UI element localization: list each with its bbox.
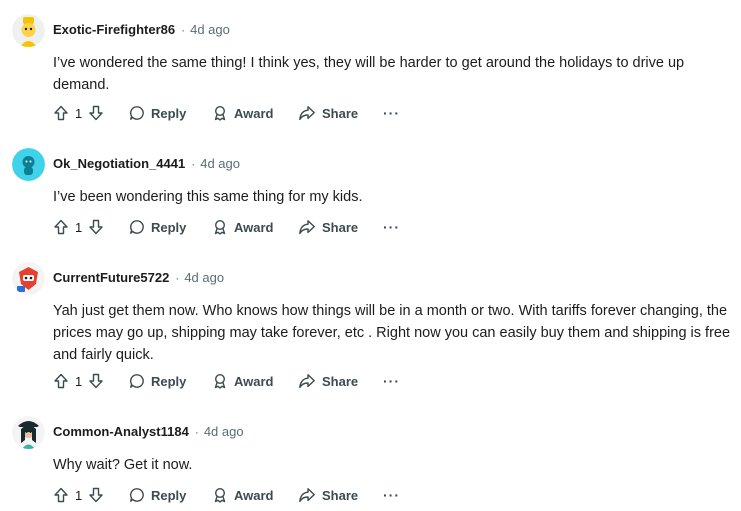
award-label: Award [234, 373, 274, 389]
author-name[interactable]: Ok_Negotiation_4441 [53, 156, 185, 171]
speech-bubble-icon [129, 373, 145, 389]
more-options-button[interactable]: ··· [383, 217, 400, 237]
overflow-dots-icon: ··· [383, 373, 400, 389]
reply-button[interactable]: Reply [129, 485, 186, 505]
reply-button[interactable]: Reply [129, 217, 186, 237]
reply-label: Reply [151, 373, 187, 389]
award-button[interactable]: Award [212, 217, 274, 237]
user-avatar[interactable] [12, 416, 45, 449]
avatar-image [12, 14, 45, 47]
vote-count: 1 [75, 373, 83, 389]
avatar-image [12, 148, 45, 181]
share-arrow-icon [298, 219, 316, 235]
award-ribbon-icon [212, 487, 228, 503]
avatar-image [12, 416, 45, 449]
vote-count: 1 [75, 105, 83, 121]
timestamp[interactable]: 4d ago [184, 270, 224, 285]
timestamp[interactable]: 4d ago [204, 424, 244, 439]
share-button[interactable]: Share [298, 103, 358, 123]
comment-header: Ok_Negotiation_4441 · 4d ago [53, 156, 240, 172]
overflow-dots-icon: ··· [383, 105, 400, 121]
award-label: Award [234, 105, 274, 121]
user-avatar[interactable] [12, 14, 45, 47]
reply-button[interactable]: Reply [129, 103, 186, 123]
comment-text: I’ve been wondering this same thing for … [53, 189, 363, 205]
vote-group: 1 [53, 485, 104, 505]
user-avatar[interactable] [12, 262, 45, 295]
share-label: Share [322, 373, 359, 389]
share-button[interactable]: Share [298, 217, 358, 237]
vote-group: 1 [53, 217, 104, 237]
downvote-arrow-icon[interactable] [88, 105, 104, 121]
upvote-arrow-icon[interactable] [53, 487, 69, 503]
award-label: Award [234, 487, 274, 503]
share-arrow-icon [298, 105, 316, 121]
separator-dot: · [191, 157, 196, 171]
author-name[interactable]: Exotic-Firefighter86 [53, 22, 175, 37]
share-button[interactable]: Share [298, 485, 358, 505]
share-label: Share [322, 219, 359, 235]
award-button[interactable]: Award [212, 485, 274, 505]
award-ribbon-icon [212, 373, 228, 389]
comment-header: Exotic-Firefighter86 · 4d ago [53, 22, 230, 38]
upvote-arrow-icon[interactable] [53, 219, 69, 235]
more-options-button[interactable]: ··· [383, 103, 400, 123]
vote-count: 1 [75, 219, 83, 235]
reply-label: Reply [151, 487, 187, 503]
award-ribbon-icon [212, 219, 228, 235]
comment-text: I’ve wondered the same thing! I think ye… [53, 55, 685, 93]
separator-dot: · [194, 425, 199, 439]
timestamp[interactable]: 4d ago [190, 22, 230, 37]
upvote-arrow-icon[interactable] [53, 105, 69, 121]
downvote-arrow-icon[interactable] [88, 487, 104, 503]
more-options-button[interactable]: ··· [383, 485, 400, 505]
comment-header: Common-Analyst1184 · 4d ago [53, 424, 244, 440]
timestamp[interactable]: 4d ago [200, 156, 240, 171]
share-label: Share [322, 105, 359, 121]
award-button[interactable]: Award [212, 371, 274, 391]
reply-button[interactable]: Reply [129, 371, 186, 391]
vote-group: 1 [53, 371, 104, 391]
overflow-dots-icon: ··· [383, 487, 400, 503]
vote-count: 1 [75, 487, 83, 503]
comment-header: CurrentFuture5722 · 4d ago [53, 270, 224, 286]
share-arrow-icon [298, 373, 316, 389]
share-label: Share [322, 487, 359, 503]
vote-group: 1 [53, 103, 104, 123]
downvote-arrow-icon[interactable] [88, 219, 104, 235]
user-avatar[interactable] [12, 148, 45, 181]
reply-label: Reply [151, 105, 187, 121]
comment-text: Yah just get them now. Who knows how thi… [53, 303, 731, 363]
author-name[interactable]: Common-Analyst1184 [53, 424, 189, 439]
separator-dot: · [181, 23, 186, 37]
downvote-arrow-icon[interactable] [88, 373, 104, 389]
speech-bubble-icon [129, 487, 145, 503]
share-button[interactable]: Share [298, 371, 358, 391]
reply-label: Reply [151, 219, 187, 235]
separator-dot: · [175, 271, 180, 285]
comment-text: Why wait? Get it now. [53, 457, 193, 473]
award-ribbon-icon [212, 105, 228, 121]
author-name[interactable]: CurrentFuture5722 [53, 270, 169, 285]
speech-bubble-icon [129, 105, 145, 121]
award-label: Award [234, 219, 274, 235]
avatar-image [12, 262, 45, 295]
share-arrow-icon [298, 487, 316, 503]
more-options-button[interactable]: ··· [383, 371, 400, 391]
award-button[interactable]: Award [212, 103, 274, 123]
overflow-dots-icon: ··· [383, 219, 400, 235]
speech-bubble-icon [129, 219, 145, 235]
upvote-arrow-icon[interactable] [53, 373, 69, 389]
